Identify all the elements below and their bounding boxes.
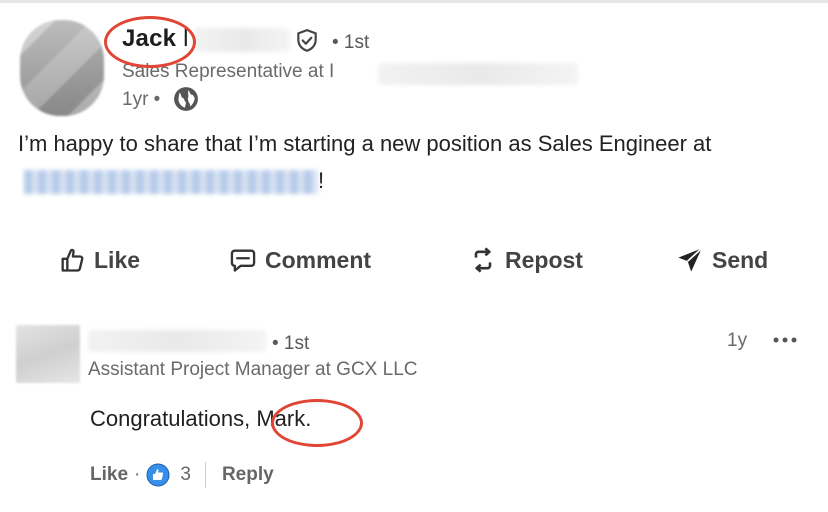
commenter-headline: Assistant Project Manager at GCX LLC xyxy=(88,359,418,380)
verified-shield-icon xyxy=(297,29,317,52)
post-time: 1yr • xyxy=(122,89,161,110)
separator-dot: · xyxy=(134,464,141,485)
comment-time: 1y xyxy=(727,330,748,351)
post-text-end: ! xyxy=(318,168,325,193)
comment-icon xyxy=(230,249,256,272)
annotation-oval-mark xyxy=(271,399,363,447)
send-label: Send xyxy=(712,246,769,273)
top-divider xyxy=(0,0,828,3)
post-text: I’m happy to share that I’m starting a n… xyxy=(18,131,712,156)
repost-button[interactable]: Repost xyxy=(469,244,583,276)
author-avatar[interactable] xyxy=(20,20,104,116)
author-surname-redaction xyxy=(194,28,290,52)
like-label: Like xyxy=(94,246,141,273)
comment-button[interactable]: Comment xyxy=(229,244,371,276)
reaction-count[interactable]: 3 xyxy=(180,464,191,486)
repost-icon xyxy=(474,247,492,273)
connection-degree: • 1st xyxy=(332,32,370,53)
send-icon xyxy=(678,247,703,272)
send-button[interactable]: Send xyxy=(676,244,768,276)
thumbs-up-icon xyxy=(61,248,84,272)
company-link-redacted[interactable] xyxy=(24,170,318,194)
comment-actions: Like · 3 Reply xyxy=(90,461,274,489)
comment-like-button[interactable]: Like xyxy=(90,464,128,486)
comment-label: Comment xyxy=(265,246,372,273)
action-divider xyxy=(204,462,206,488)
annotation-oval-name xyxy=(104,16,196,68)
commenter-degree: • 1st xyxy=(272,333,310,354)
globe-icon xyxy=(174,87,198,111)
reply-button[interactable]: Reply xyxy=(222,464,274,486)
more-options-icon[interactable] xyxy=(770,330,800,350)
like-reaction-icon[interactable] xyxy=(146,463,170,487)
commenter-avatar[interactable] xyxy=(16,325,80,383)
headline-company-redaction xyxy=(378,63,578,85)
repost-label: Repost xyxy=(505,246,583,273)
like-button[interactable]: Like xyxy=(58,244,140,276)
commenter-name-redacted[interactable] xyxy=(88,330,266,352)
